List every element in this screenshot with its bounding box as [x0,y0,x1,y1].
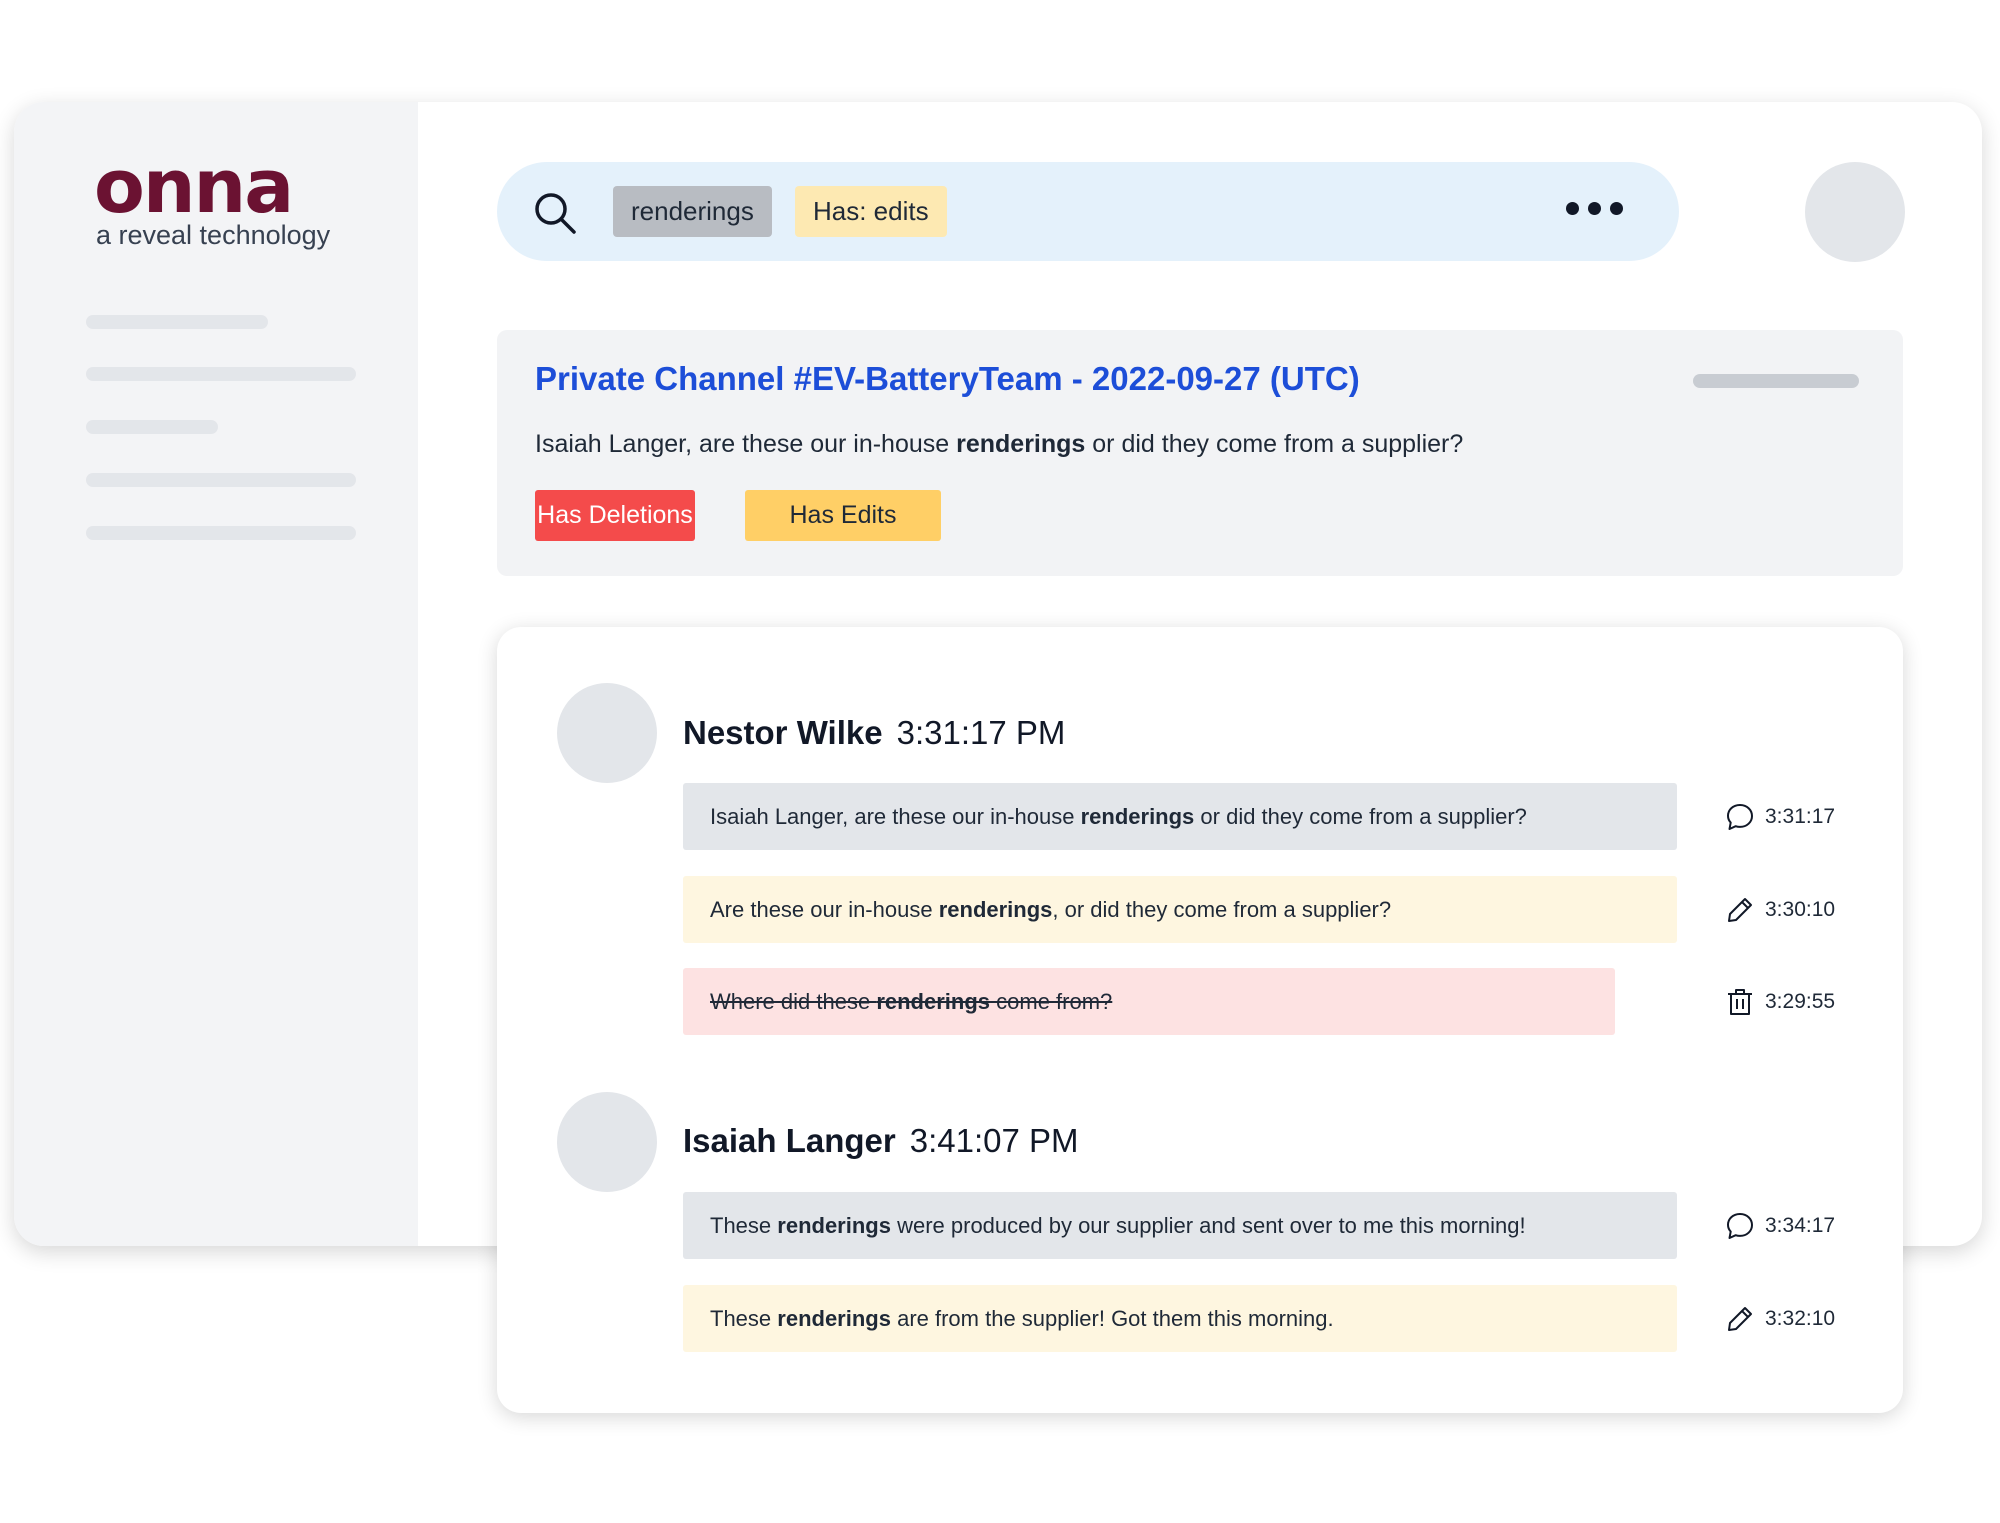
message-time: 3:30:10 [1765,897,1836,921]
message-meta: 3:32:10 [1725,1285,1835,1352]
deleted-message[interactable]: Where did these renderings come from? [683,968,1615,1035]
logo-tagline: a reveal technology [96,220,331,250]
message-time: 3:31:17 [1765,804,1836,828]
user-avatar[interactable] [1805,162,1905,262]
edited-message[interactable]: These renderings are from the supplier! … [683,1285,1677,1352]
message-bubble[interactable]: These renderings were produced by our su… [683,1192,1677,1259]
message-time: 3:32:10 [1765,1306,1836,1330]
message-meta: 3:30:10 [1725,876,1835,943]
chat-bubble-icon [1727,1212,1753,1239]
message-time: 3:34:17 [1765,1213,1836,1237]
avatar [557,683,657,783]
message-meta: 3:34:17 [1725,1192,1835,1259]
message-thread-panel: Nestor Wilke 3:31:17 PM Isaiah Langer, ar… [497,627,1903,1413]
chat-bubble-icon [1727,803,1753,830]
sidebar-item-placeholder[interactable] [86,526,356,540]
onna-logo: onna [94,144,294,230]
edited-message[interactable]: Are these our in-house renderings, or di… [683,876,1677,943]
search-icon[interactable] [533,191,577,235]
result-snippet: Isaiah Langer, are these our in-house re… [535,430,1464,458]
sidebar-item-placeholder[interactable] [86,315,268,329]
sidebar: onna a reveal technology [14,102,418,1246]
result-title[interactable]: Private Channel #EV-BatteryTeam - 2022-0… [535,360,1360,398]
sidebar-item-placeholder[interactable] [86,367,356,381]
search-bar[interactable]: renderings Has: edits [497,162,1679,261]
message-meta: 3:29:55 [1725,968,1835,1035]
message-time: 3:29:55 [1765,989,1836,1013]
sidebar-item-placeholder[interactable] [86,420,218,434]
pencil-icon [1728,1306,1752,1331]
placeholder-bar [1693,374,1859,388]
trash-icon [1728,988,1752,1015]
sidebar-item-placeholder[interactable] [86,473,356,487]
more-horizontal-icon[interactable] [1566,202,1623,215]
message-meta: 3:31:17 [1725,783,1835,850]
has-edits-badge: Has Edits [745,490,941,541]
result-card[interactable]: Private Channel #EV-BatteryTeam - 2022-0… [497,330,1903,576]
has-deletions-badge: Has Deletions [535,490,695,541]
author-header: Isaiah Langer 3:41:07 PM [683,1122,1079,1159]
search-chip-term[interactable]: renderings [613,186,772,237]
pencil-icon [1728,897,1752,922]
author-header: Nestor Wilke 3:31:17 PM [683,714,1066,751]
search-chip-filter[interactable]: Has: edits [795,186,947,237]
avatar [557,1092,657,1192]
message-bubble[interactable]: Isaiah Langer, are these our in-house re… [683,783,1677,850]
